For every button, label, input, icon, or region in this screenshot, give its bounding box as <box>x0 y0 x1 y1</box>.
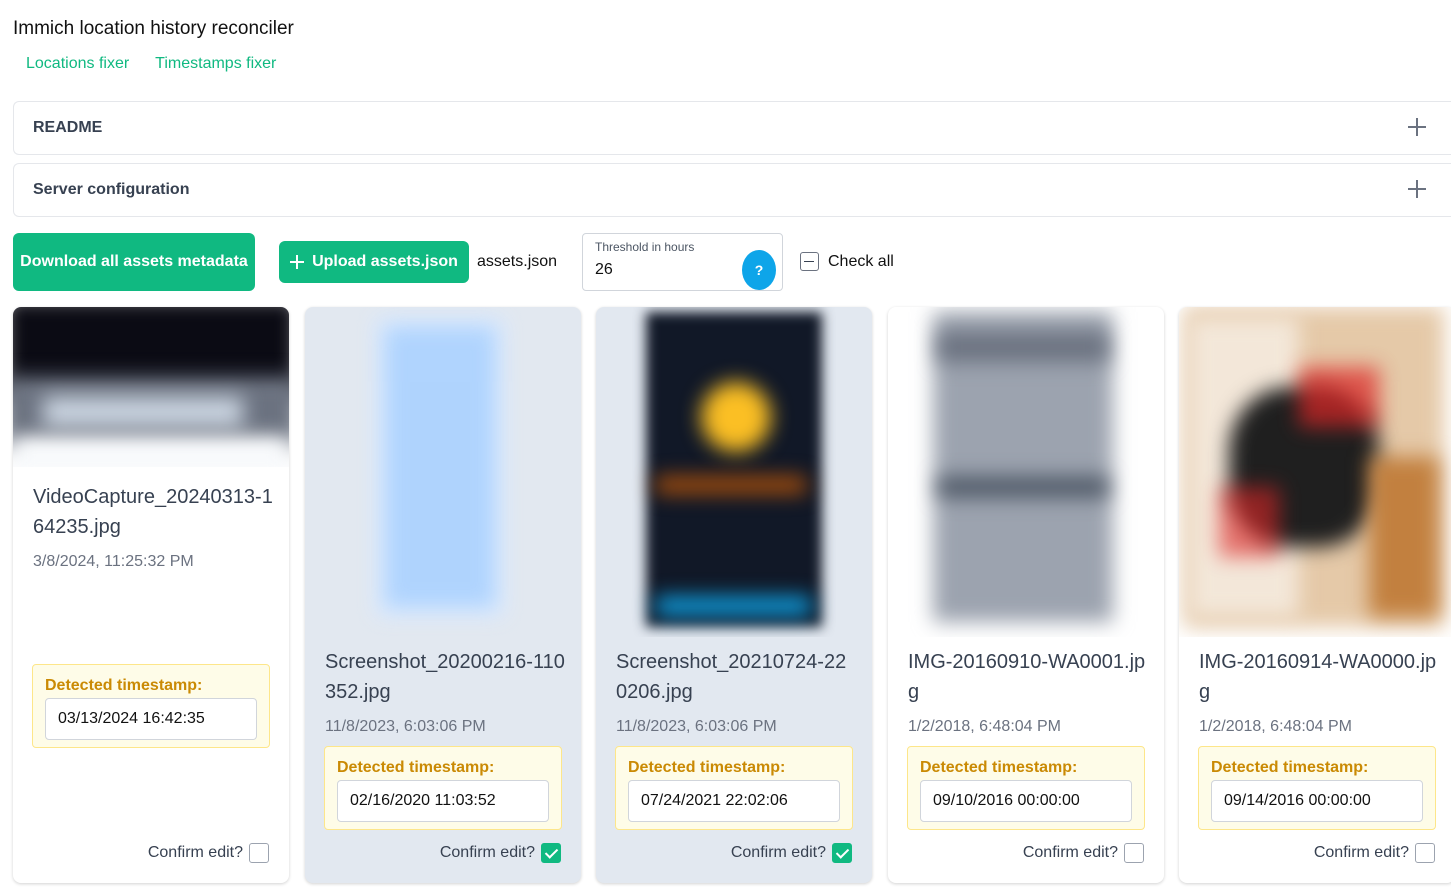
confirm-edit[interactable]: Confirm edit? <box>1314 843 1435 863</box>
upload-assets-button[interactable]: Upload assets.json <box>279 241 469 283</box>
asset-date: 11/8/2023, 6:03:06 PM <box>616 718 777 735</box>
detected-timestamp-box: Detected timestamp: 03/13/2024 16:42:35 <box>32 664 270 748</box>
confirm-edit-checkbox[interactable] <box>1415 843 1435 863</box>
asset-card: IMG-20160914-WA0000.jpg 1/2/2018, 6:48:0… <box>1179 307 1451 883</box>
asset-date: 11/8/2023, 6:03:06 PM <box>325 718 486 735</box>
accordion-server-configuration[interactable]: Server configuration <box>13 163 1451 217</box>
accordion-server-config-title: Server configuration <box>33 181 190 198</box>
confirm-edit-label: Confirm edit? <box>730 844 826 861</box>
confirm-edit-label: Confirm edit? <box>1022 844 1118 861</box>
asset-filename: IMG-20160914-WA0000.jpg <box>1199 651 1437 703</box>
plus-icon[interactable] <box>1408 180 1426 198</box>
threshold-input[interactable] <box>595 261 735 279</box>
confirm-edit-checkbox[interactable] <box>249 843 269 863</box>
check-all-checkbox[interactable] <box>800 252 819 271</box>
asset-filename: IMG-20160910-WA0001.jpg <box>908 651 1146 703</box>
asset-date: 1/2/2018, 6:48:04 PM <box>1199 718 1352 735</box>
download-metadata-button[interactable]: Download all assets metadata <box>13 233 255 291</box>
asset-filename: VideoCapture_20240313-164235.jpg <box>33 486 273 538</box>
asset-thumbnail <box>305 307 581 637</box>
asset-filename: Screenshot_20210724-220206.jpg <box>616 651 847 703</box>
asset-thumbnail <box>596 307 872 637</box>
plus-icon[interactable] <box>1408 118 1426 136</box>
detected-timestamp-box: Detected timestamp: 09/10/2016 00:00:00 <box>907 746 1145 830</box>
nav-link-locations-fixer[interactable]: Locations fixer <box>26 55 129 73</box>
top-nav: Locations fixer Timestamps fixer <box>26 55 276 73</box>
help-icon[interactable]: ? <box>742 250 776 290</box>
confirm-edit-label: Confirm edit? <box>1313 844 1409 861</box>
detected-timestamp-label: Detected timestamp: <box>337 759 495 776</box>
threshold-field[interactable]: Threshold in hours ? <box>582 233 783 291</box>
detected-timestamp-label: Detected timestamp: <box>45 677 203 694</box>
accordion-readme[interactable]: README <box>13 101 1451 155</box>
detected-timestamp-label: Detected timestamp: <box>920 759 1078 776</box>
uploaded-filename: assets.json <box>477 253 558 270</box>
upload-assets-label: Upload assets.json <box>312 253 458 270</box>
detected-timestamp-input[interactable]: 07/24/2021 22:02:06 <box>628 780 840 822</box>
app-title: Immich location history reconciler <box>13 18 294 39</box>
detected-timestamp-input[interactable]: 03/13/2024 16:42:35 <box>45 698 257 740</box>
detected-timestamp-box: Detected timestamp: 07/24/2021 22:02:06 <box>615 746 853 830</box>
confirm-edit-checkbox[interactable] <box>832 843 852 863</box>
asset-date: 3/8/2024, 11:25:32 PM <box>33 553 194 570</box>
asset-filename: Screenshot_20200216-110352.jpg <box>325 651 565 703</box>
detected-timestamp-input[interactable]: 02/16/2020 11:03:52 <box>337 780 549 822</box>
accordion-readme-title: README <box>33 119 103 136</box>
detected-timestamp-label: Detected timestamp: <box>628 759 786 776</box>
asset-thumbnail <box>13 307 289 467</box>
asset-thumbnail <box>888 307 1164 637</box>
asset-card: Screenshot_20210724-220206.jpg 11/8/2023… <box>596 307 872 883</box>
nav-link-timestamps-fixer[interactable]: Timestamps fixer <box>155 55 276 73</box>
detected-timestamp-box: Detected timestamp: 02/16/2020 11:03:52 <box>324 746 562 830</box>
asset-date: 1/2/2018, 6:48:04 PM <box>908 718 1061 735</box>
confirm-edit[interactable]: Confirm edit? <box>731 843 852 863</box>
detected-timestamp-input[interactable]: 09/10/2016 00:00:00 <box>920 780 1132 822</box>
asset-card: Screenshot_20200216-110352.jpg 11/8/2023… <box>305 307 581 883</box>
confirm-edit[interactable]: Confirm edit? <box>440 843 561 863</box>
check-all[interactable]: Check all <box>800 252 894 271</box>
check-all-label: Check all <box>828 252 894 270</box>
confirm-edit[interactable]: Confirm edit? <box>148 843 269 863</box>
confirm-edit-label: Confirm edit? <box>147 844 243 861</box>
threshold-label: Threshold in hours <box>595 240 695 254</box>
asset-card: VideoCapture_20240313-164235.jpg 3/8/202… <box>13 307 289 883</box>
confirm-edit-checkbox[interactable] <box>541 843 561 863</box>
plus-icon <box>290 255 305 269</box>
confirm-edit-checkbox[interactable] <box>1124 843 1144 863</box>
detected-timestamp-box: Detected timestamp: 09/14/2016 00:00:00 <box>1198 746 1436 830</box>
asset-thumbnail <box>1179 307 1451 637</box>
confirm-edit-label: Confirm edit? <box>439 844 535 861</box>
asset-card: IMG-20160910-WA0001.jpg 1/2/2018, 6:48:0… <box>888 307 1164 883</box>
detected-timestamp-label: Detected timestamp: <box>1211 759 1369 776</box>
confirm-edit[interactable]: Confirm edit? <box>1023 843 1144 863</box>
detected-timestamp-input[interactable]: 09/14/2016 00:00:00 <box>1211 780 1423 822</box>
